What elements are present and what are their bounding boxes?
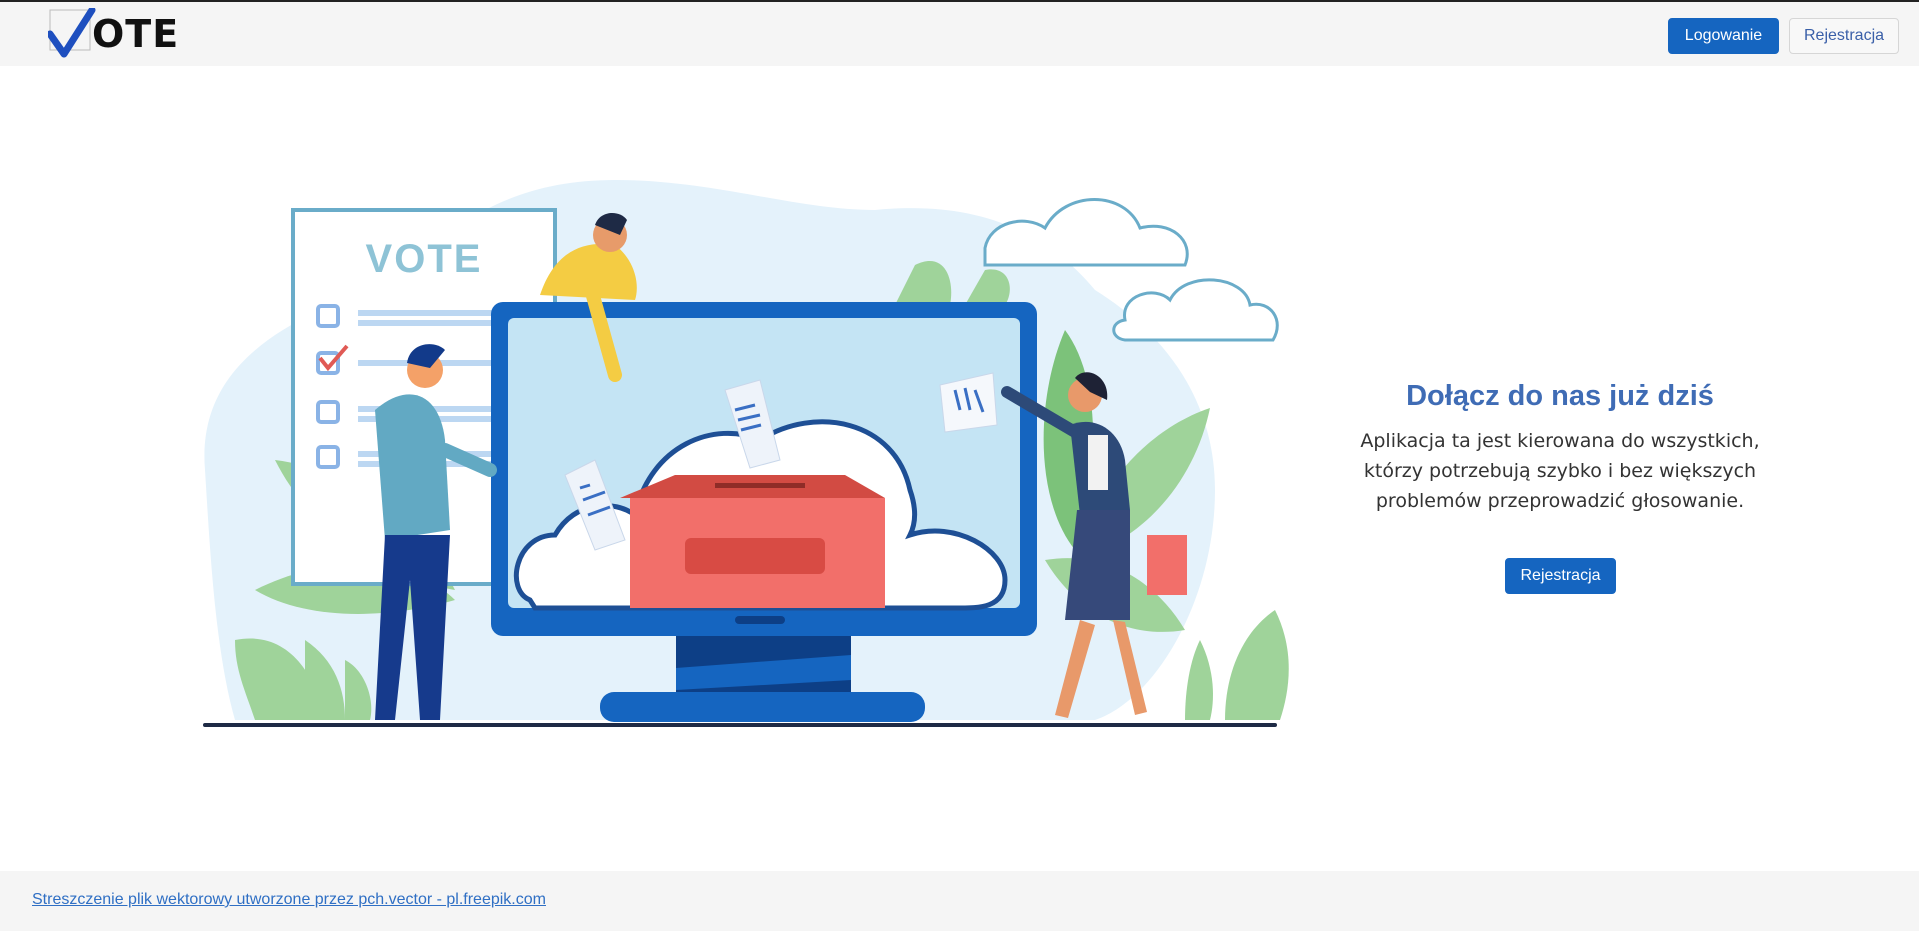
voting-illustration: VOTE — [203, 180, 1289, 727]
poster-line — [358, 320, 498, 326]
register-button[interactable]: Rejestracja — [1789, 18, 1899, 54]
ballot-slot — [715, 483, 805, 488]
folder-icon — [1147, 535, 1187, 595]
checkmark-icon — [48, 8, 96, 58]
person-shirt — [375, 394, 450, 540]
cloud-icon — [1112, 278, 1279, 342]
navbar: OTE Logowanie Rejestracja — [0, 2, 1919, 66]
cta-register-button[interactable]: Rejestracja — [1505, 558, 1616, 594]
cta-description: Aplikacja ta jest kierowana do wszystkic… — [1340, 426, 1780, 516]
poster-title: VOTE — [366, 237, 483, 281]
vote-logo[interactable]: OTE — [48, 8, 178, 58]
footer-credit-link[interactable]: Streszczenie plik wektorowy utworzone pr… — [32, 891, 546, 909]
ballot-box-label — [685, 538, 825, 574]
cta-line-3: problemów przeprowadzić głosowanie. — [1375, 490, 1745, 512]
footer: Streszczenie plik wektorowy utworzone pr… — [0, 871, 1919, 931]
plant-leaf-icon — [1185, 640, 1213, 720]
cta-section: Dołącz do nas już dziś Aplikacja ta jest… — [1340, 372, 1780, 516]
logo-text: OTE — [92, 12, 180, 56]
cta-line-2: którzy potrzebują szybko i bez większych — [1363, 460, 1757, 482]
monitor-base — [600, 692, 925, 722]
login-button[interactable]: Logowanie — [1668, 18, 1779, 54]
monitor-button — [735, 616, 785, 624]
cta-line-1: Aplikacja ta jest kierowana do wszystkic… — [1360, 430, 1760, 452]
poster-line — [358, 310, 498, 316]
plant-leaf-icon — [1225, 610, 1289, 720]
cta-heading: Dołącz do nas już dziś — [1406, 380, 1714, 412]
person-shirt — [1088, 435, 1108, 490]
cloud-icon — [983, 198, 1189, 267]
